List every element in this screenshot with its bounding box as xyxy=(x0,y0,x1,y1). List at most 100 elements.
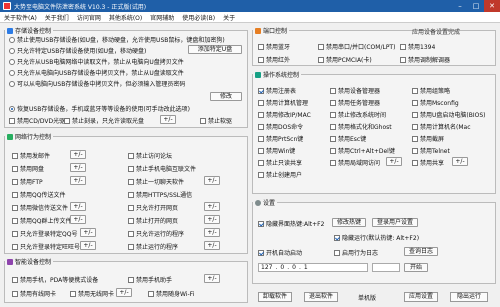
usb-boot-checkbox[interactable] xyxy=(412,111,418,118)
smart-item-0[interactable]: 禁用手机，PDA等便携式设备 xyxy=(12,275,98,284)
port-item-2[interactable]: 禁用1394 xyxy=(400,42,435,51)
pda-checkbox[interactable] xyxy=(12,276,18,283)
allowed-program-plus-minus-button[interactable]: +/- xyxy=(204,228,220,237)
hide-run-button[interactable]: 隐出运行 xyxy=(450,292,488,302)
view-log-button[interactable]: 查询日志 xyxy=(404,247,438,256)
readonly-share-checkbox[interactable] xyxy=(258,159,264,166)
os-item-13[interactable]: 禁用Esc键 xyxy=(330,134,366,143)
net-left-3[interactable]: 禁用QQ传送文件 xyxy=(12,190,65,199)
enable-log-checkbox[interactable] xyxy=(334,249,340,256)
hotkey-checkbox[interactable] xyxy=(258,220,264,227)
net-left-1[interactable]: 禁用网盘 xyxy=(12,164,44,173)
os-item-21[interactable]: 禁止创建用户 xyxy=(258,170,302,179)
esc-checkbox[interactable] xyxy=(330,135,336,142)
telnet-checkbox[interactable] xyxy=(412,147,418,154)
os-item-18[interactable]: 禁止只读共享 xyxy=(258,158,302,167)
enable-log-option[interactable]: 启用行为日志 xyxy=(334,248,378,257)
port-item-3[interactable]: 禁用红外 xyxy=(258,55,290,64)
storage-option-read-only[interactable]: 只允许从USB电脑网络中读取文件，禁止从电脑向U盘拷贝文件 xyxy=(9,57,184,66)
add-specific-usb-button[interactable]: 添加特定U盘 xyxy=(188,45,242,54)
no-burn-checkbox[interactable] xyxy=(64,117,70,124)
qq-number-checkbox[interactable] xyxy=(12,230,18,237)
net-right-3[interactable]: 禁用HTTPS/SSL通信 xyxy=(128,190,192,199)
os-item-1[interactable]: 禁用设备管理器 xyxy=(330,86,380,95)
os-item-12[interactable]: 禁用PrtScn键 xyxy=(258,134,303,143)
menu-item-about-software[interactable]: 关于软件(A) xyxy=(0,13,41,22)
hotkey-option[interactable]: 隐藏界面热键:Alt+F2 xyxy=(258,219,324,228)
serial-parallel-checkbox[interactable] xyxy=(318,43,324,50)
os-item-16[interactable]: 禁用Ctrl+Alt+Del键 xyxy=(330,146,395,155)
port-item-4[interactable]: 禁用PCMCIA(卡) xyxy=(318,55,372,64)
task-manager-checkbox[interactable] xyxy=(330,99,336,106)
hidden-run-checkbox[interactable] xyxy=(334,234,340,241)
os-item-7[interactable]: 禁止修改系统时间 xyxy=(330,110,386,119)
net-right-7[interactable]: 禁止运行的程序 xyxy=(128,242,178,251)
os-item-4[interactable]: 禁用任务管理器 xyxy=(330,98,380,107)
dos-checkbox[interactable] xyxy=(258,123,264,130)
storage-option-password[interactable]: 可以从电脑向USB存储设备中拷贝文件，但必须输入管理员密码 xyxy=(9,79,185,88)
win-key-checkbox[interactable] xyxy=(258,147,264,154)
phone-helper-plus-minus-button[interactable]: +/- xyxy=(204,274,220,283)
blocked-program-plus-minus-button[interactable]: +/- xyxy=(204,241,220,250)
port-input[interactable] xyxy=(372,263,400,272)
ctrl-alt-del-checkbox[interactable] xyxy=(330,147,336,154)
menu-item-about-us[interactable]: 关于我们 xyxy=(41,13,73,22)
radio-block-usb[interactable] xyxy=(9,36,15,43)
radio-password[interactable] xyxy=(9,80,15,87)
phone-helper-checkbox[interactable] xyxy=(128,276,134,283)
portable-wifi-checkbox[interactable] xyxy=(148,290,154,297)
computer-mgmt-checkbox[interactable] xyxy=(258,99,264,106)
smart-item-4[interactable]: 禁用随身Wi-Fi xyxy=(148,289,194,298)
port-item-0[interactable]: 禁用蓝牙 xyxy=(258,42,290,51)
uninstall-button[interactable]: 卸载软件 xyxy=(258,292,292,302)
phone-pc-checkbox[interactable] xyxy=(128,165,134,172)
qq-group-checkbox[interactable] xyxy=(12,217,18,224)
modify-button[interactable]: 修改 xyxy=(210,92,242,101)
no-burn-option[interactable]: 禁止刻录，只允许读取光盘 xyxy=(64,116,144,125)
auto-start-checkbox[interactable] xyxy=(258,249,264,256)
os-item-17[interactable]: 禁用Telnet xyxy=(412,146,450,155)
os-item-8[interactable]: 禁用U盘启动电脑(BIOS) xyxy=(412,110,486,119)
os-item-9[interactable]: 禁用DOS命令 xyxy=(258,122,303,131)
blocked-web-plus-minus-button[interactable]: +/- xyxy=(204,215,220,224)
os-item-20[interactable]: 禁用共享 xyxy=(412,158,444,167)
os-item-19[interactable]: 禁用局域网访问 xyxy=(330,158,380,167)
pcmcia-checkbox[interactable] xyxy=(318,56,324,63)
chat-plus-minus-button[interactable]: +/- xyxy=(204,176,220,185)
floppy-checkbox[interactable] xyxy=(200,117,206,124)
os-item-14[interactable]: 禁用截屏 xyxy=(412,134,444,143)
os-item-11[interactable]: 禁用计算机名(Mac xyxy=(412,122,471,131)
wechat-file-checkbox[interactable] xyxy=(12,204,18,211)
cdrom-plus-minus-button[interactable]: +/- xyxy=(160,115,176,124)
menu-item-site-helper[interactable]: 官网辅助 xyxy=(146,13,178,22)
minimize-icon[interactable]: – xyxy=(452,0,468,12)
prtscn-checkbox[interactable] xyxy=(258,135,264,142)
net-right-4[interactable]: 只允许打开网页 xyxy=(128,203,178,212)
smart-item-1[interactable]: 禁用手机助手 xyxy=(128,275,172,284)
ip-address-input[interactable]: 127. 0. 0. 1 xyxy=(258,263,368,272)
wired-nic-checkbox[interactable] xyxy=(12,290,18,297)
net-left-4[interactable]: 禁用微信传送文件 xyxy=(12,203,68,212)
modify-hotkey-button[interactable]: 修改热键 xyxy=(332,218,366,227)
allowed-program-checkbox[interactable] xyxy=(128,230,134,237)
os-item-15[interactable]: 禁用Win键 xyxy=(258,146,295,155)
close-icon[interactable]: ✕ xyxy=(484,0,500,12)
menu-item-about[interactable]: 关于 xyxy=(219,13,239,22)
allowed-web-checkbox[interactable] xyxy=(128,204,134,211)
floppy-option[interactable]: 禁止软驱 xyxy=(200,116,232,125)
menu-item-must-read[interactable]: 使用必读(B) xyxy=(178,13,219,22)
qq-number-plus-minus-button[interactable]: +/- xyxy=(80,228,96,237)
modem-checkbox[interactable] xyxy=(400,56,406,63)
net-right-5[interactable]: 禁止打开的网页 xyxy=(128,216,178,225)
netdisk-checkbox[interactable] xyxy=(12,165,18,172)
computer-name-checkbox[interactable] xyxy=(412,123,418,130)
smart-item-2[interactable]: 禁用有线网卡 xyxy=(12,289,56,298)
ip-octet-2[interactable]: 0 xyxy=(280,264,284,271)
ip-octet-1[interactable]: 127 xyxy=(261,264,272,271)
screenshot-checkbox[interactable] xyxy=(412,135,418,142)
format-ghost-checkbox[interactable] xyxy=(330,123,336,130)
msconfig-checkbox[interactable] xyxy=(412,99,418,106)
port-item-5[interactable]: 禁用调制解调器 xyxy=(400,55,450,64)
net-left-0[interactable]: 禁用发邮件 xyxy=(12,151,50,160)
qq-file-checkbox[interactable] xyxy=(12,191,18,198)
